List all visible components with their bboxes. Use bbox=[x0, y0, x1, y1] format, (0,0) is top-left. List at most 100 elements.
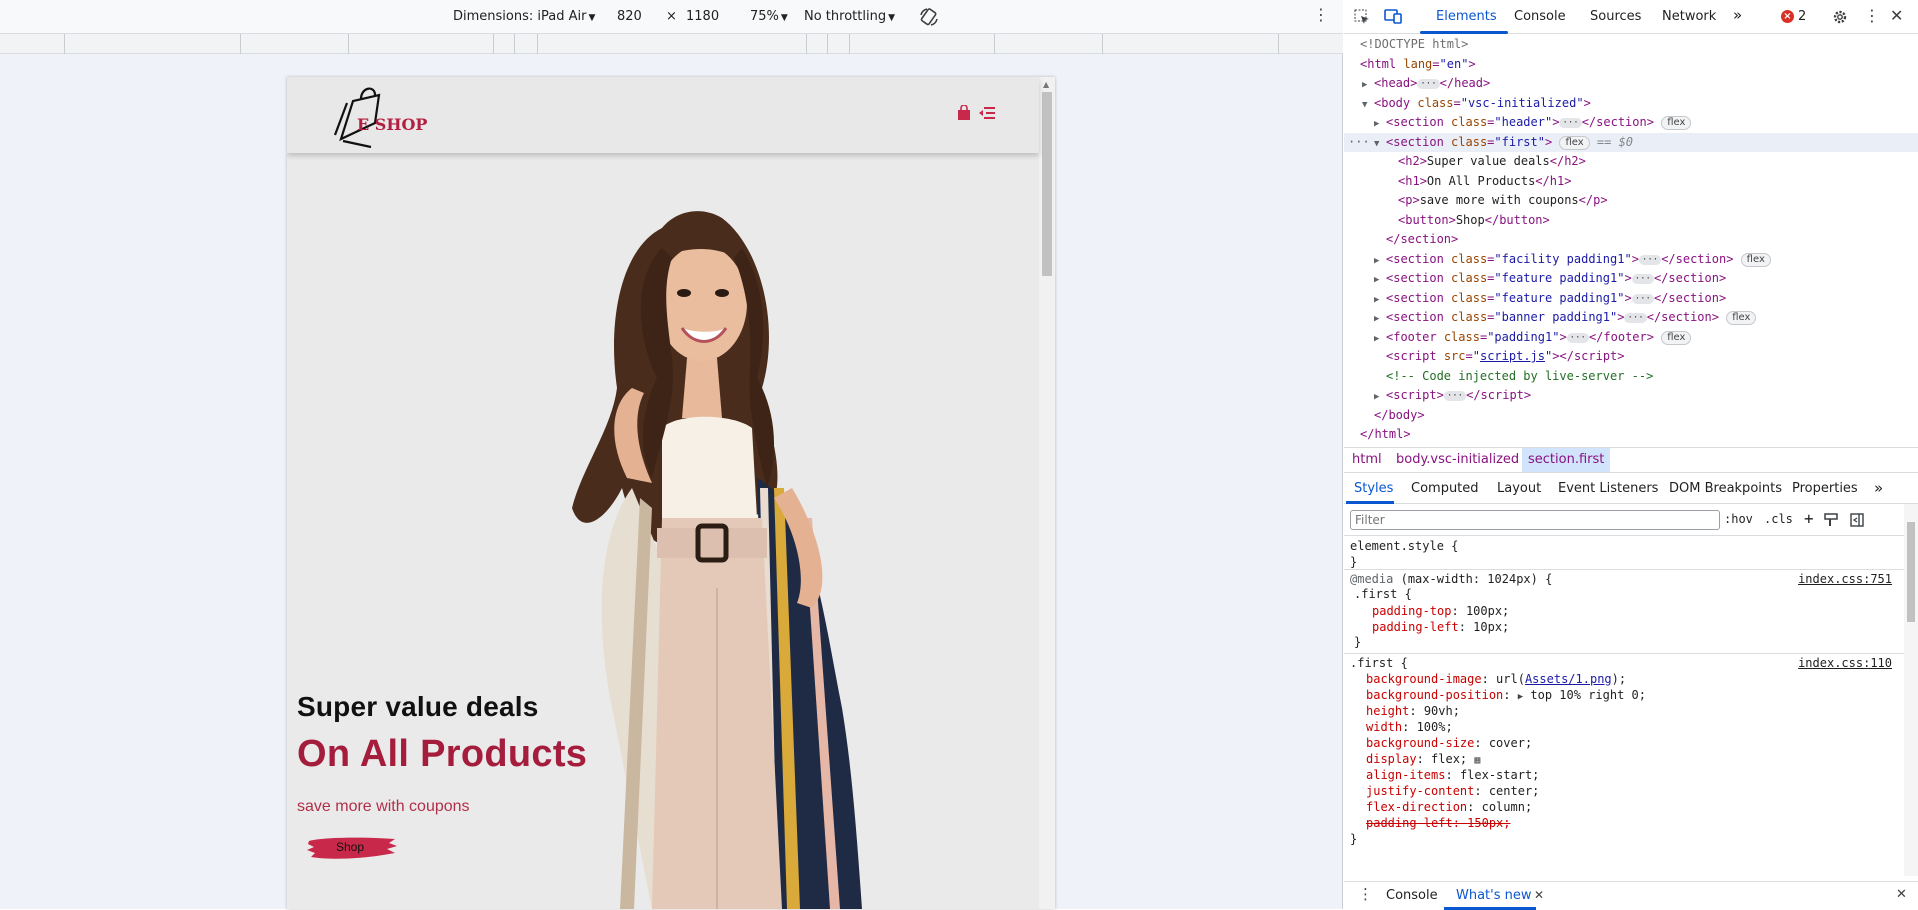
breadcrumb-html[interactable]: html bbox=[1346, 448, 1388, 472]
shop-button[interactable]: Shop bbox=[305, 833, 401, 863]
tab-styles[interactable]: Styles bbox=[1354, 481, 1393, 496]
inspect-element-icon[interactable] bbox=[1354, 9, 1370, 25]
dom-body-close[interactable]: </body> bbox=[1344, 406, 1918, 426]
flex-editor-icon[interactable]: ▦ bbox=[1474, 755, 1480, 766]
styles-scrollbar-thumb[interactable] bbox=[1907, 522, 1915, 622]
css-prop-name[interactable]: padding-left bbox=[1366, 816, 1453, 830]
dom-section-first-close[interactable]: </section> bbox=[1344, 230, 1918, 250]
class-toggle[interactable]: .cls bbox=[1764, 512, 1793, 526]
flex-badge[interactable]: flex bbox=[1559, 135, 1590, 150]
dom-head[interactable]: ▶ <head> ··· </head> bbox=[1344, 74, 1918, 94]
dom-html-close[interactable]: </html> bbox=[1344, 425, 1918, 445]
css-prop-value[interactable]: 100px; bbox=[1466, 604, 1509, 618]
dom-h1[interactable]: <h1>On All Products</h1> bbox=[1344, 172, 1918, 192]
element-style-rule[interactable]: element.style { } bbox=[1344, 537, 1904, 570]
media-source-link[interactable]: index.css:751 bbox=[1798, 571, 1892, 587]
devtools-menu-icon[interactable]: ⋮ bbox=[1864, 6, 1880, 25]
tab-properties[interactable]: Properties bbox=[1792, 481, 1858, 496]
dom-script-inline[interactable]: ▶ <script> ··· </script> bbox=[1344, 386, 1918, 406]
css-prop-name[interactable]: justify-content bbox=[1366, 784, 1474, 798]
dom-p[interactable]: <p>save more with coupons</p> bbox=[1344, 191, 1918, 211]
hover-state-toggle[interactable]: :hov bbox=[1724, 512, 1753, 526]
gear-icon[interactable] bbox=[1832, 9, 1848, 25]
tab-network[interactable]: Network bbox=[1662, 9, 1716, 24]
collapsed-dots-icon[interactable]: ··· bbox=[1631, 293, 1654, 304]
asset-link[interactable]: Assets/1.png bbox=[1525, 672, 1612, 686]
rotate-icon[interactable] bbox=[918, 6, 940, 28]
device-scrollbar[interactable]: ▲ bbox=[1039, 77, 1055, 909]
drawer-tab-whats-new[interactable]: What's new bbox=[1456, 888, 1532, 903]
dom-html-open[interactable]: <html lang="en"> bbox=[1344, 55, 1918, 75]
tab-layout[interactable]: Layout bbox=[1497, 481, 1541, 496]
tab-elements[interactable]: Elements bbox=[1436, 9, 1497, 24]
media-query-ruler[interactable] bbox=[0, 34, 1343, 54]
tab-computed[interactable]: Computed bbox=[1411, 481, 1479, 496]
paint-brush-icon[interactable] bbox=[1824, 513, 1838, 527]
script-src-link[interactable]: script.js bbox=[1480, 349, 1545, 363]
dom-section-feature-2[interactable]: ▶ <section class="feature padding1"> ··· </… bbox=[1344, 289, 1918, 309]
tab-dom-breakpoints[interactable]: DOM Breakpoints bbox=[1669, 481, 1782, 496]
dom-h2[interactable]: <h2>Super value deals</h2> bbox=[1344, 152, 1918, 172]
error-icon[interactable]: × bbox=[1781, 10, 1794, 23]
css-prop-name[interactable]: align-items bbox=[1366, 768, 1445, 782]
css-prop-value[interactable]: 150px; bbox=[1467, 816, 1510, 830]
css-prop-name[interactable]: padding-top bbox=[1372, 604, 1451, 618]
new-rule-icon[interactable]: + bbox=[1804, 509, 1814, 528]
css-prop-value[interactable]: top 10% right 0; bbox=[1530, 688, 1646, 702]
more-subtabs-icon[interactable]: » bbox=[1874, 479, 1883, 497]
dom-footer[interactable]: ▶ <footer class="padding1"> ··· </footer> f… bbox=[1344, 328, 1918, 348]
dimensions-select[interactable]: Dimensions: iPad Air ▼ bbox=[453, 9, 595, 24]
drawer-tab-console[interactable]: Console bbox=[1386, 888, 1438, 903]
flex-badge[interactable]: flex bbox=[1740, 252, 1771, 267]
device-toggle-icon[interactable] bbox=[1384, 8, 1402, 24]
css-prop-value[interactable]: 90vh; bbox=[1424, 704, 1460, 718]
more-tabs-icon[interactable]: » bbox=[1733, 6, 1742, 24]
css-prop-value[interactable]: cover; bbox=[1489, 736, 1532, 750]
styles-scrollbar[interactable] bbox=[1904, 504, 1918, 876]
height-input[interactable]: 1180 bbox=[686, 9, 719, 24]
dom-body-open[interactable]: ▼ <body class="vsc-initialized"> bbox=[1344, 94, 1918, 114]
dom-button[interactable]: <button>Shop</button> bbox=[1344, 211, 1918, 231]
dom-comment[interactable]: <!-- Code injected by live-server --> bbox=[1344, 367, 1918, 387]
css-prop-name[interactable]: width bbox=[1366, 720, 1402, 734]
zoom-select[interactable]: 75% ▼ bbox=[750, 9, 788, 24]
close-drawer-icon[interactable]: ✕ bbox=[1896, 887, 1907, 902]
css-prop-name[interactable]: background-position bbox=[1366, 688, 1503, 702]
css-prop-name[interactable]: display bbox=[1366, 752, 1417, 766]
expand-triangle-icon[interactable]: ▶ bbox=[1518, 692, 1523, 702]
css-prop-value[interactable]: center; bbox=[1489, 784, 1540, 798]
css-prop-value[interactable]: column; bbox=[1482, 800, 1533, 814]
breadcrumb-body[interactable]: body.vsc-initialized bbox=[1390, 448, 1525, 472]
tab-sources[interactable]: Sources bbox=[1590, 9, 1641, 24]
throttling-select[interactable]: No throttling ▼ bbox=[804, 9, 895, 24]
dom-doctype[interactable]: <!DOCTYPE html> bbox=[1344, 35, 1918, 55]
css-prop-value[interactable]: 100%; bbox=[1417, 720, 1453, 734]
scrollbar-thumb[interactable] bbox=[1042, 92, 1052, 276]
error-count[interactable]: 2 bbox=[1798, 9, 1806, 24]
tab-event-listeners[interactable]: Event Listeners bbox=[1558, 481, 1658, 496]
dom-section-banner[interactable]: ▶ <section class="banner padding1"> ··· </s… bbox=[1344, 308, 1918, 328]
menu-icon[interactable] bbox=[979, 106, 995, 120]
toggle-sidebar-icon[interactable] bbox=[1850, 513, 1864, 527]
drawer-menu-icon[interactable]: ⋮ bbox=[1358, 885, 1373, 903]
first-rule[interactable]: .first { index.css:110 background-image:… bbox=[1344, 654, 1904, 877]
css-prop-name[interactable]: height bbox=[1366, 704, 1409, 718]
collapsed-dots-icon[interactable]: ··· bbox=[1624, 313, 1647, 323]
dom-section-first[interactable]: ··· ▼ <section class="first"> flex == $0 bbox=[1344, 132, 1918, 152]
css-prop-name[interactable]: flex-direction bbox=[1366, 800, 1467, 814]
css-prop-value[interactable]: 10px; bbox=[1473, 620, 1509, 634]
media-rule[interactable]: @media (max-width: 1024px) { index.css:7… bbox=[1344, 570, 1904, 654]
flex-badge[interactable]: flex bbox=[1661, 330, 1692, 345]
collapsed-dots-icon[interactable]: ··· bbox=[1566, 332, 1589, 343]
flex-badge[interactable]: flex bbox=[1661, 116, 1692, 130]
dom-section-feature-1[interactable]: ▶ <section class="feature padding1"> ··· </… bbox=[1344, 269, 1918, 289]
collapsed-dots-icon[interactable]: ··· bbox=[1631, 274, 1654, 284]
css-prop-value[interactable]: flex; bbox=[1431, 752, 1467, 766]
dom-section-header[interactable]: ▶ <section class="header"> ··· </section> f… bbox=[1344, 113, 1918, 133]
close-devtools-icon[interactable]: ✕ bbox=[1890, 6, 1903, 25]
flex-badge[interactable]: flex bbox=[1726, 311, 1757, 325]
css-prop-name[interactable]: padding-left bbox=[1372, 620, 1459, 634]
collapsed-dots-icon[interactable]: ··· bbox=[1559, 118, 1582, 128]
dom-section-facility[interactable]: ▶ <section class="facility padding1"> ··· <… bbox=[1344, 250, 1918, 270]
css-prop-name[interactable]: background-image bbox=[1366, 672, 1482, 686]
